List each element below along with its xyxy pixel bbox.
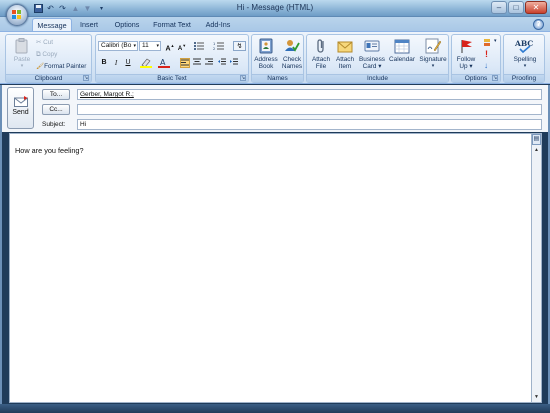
clipboard-group: Paste ▾ ✂ Cut ⧉ Copy 🖌Format Painter Cli… (5, 34, 92, 83)
spelling-button[interactable]: ABC Spelling ▾ (506, 38, 544, 76)
ribbon-tabs: Message Insert Options Format Text Add-I… (0, 17, 550, 32)
svg-text:A: A (160, 58, 166, 67)
basic-text-group: Calibri (Bo ▾ 11 ▾ A▲ A▼ 12 ↯ B I U A Ba… (95, 34, 249, 83)
italic-button[interactable]: I (111, 58, 121, 68)
options-launcher-icon[interactable]: ↘ (492, 75, 498, 81)
names-label: Names (252, 74, 303, 82)
cut-button[interactable]: ✂ Cut (36, 38, 53, 48)
title-bar: ↶ ↷ ▲ ▼ ▾ Hi - Message (HTML) – □ ✕ (0, 0, 550, 26)
tab-format-text[interactable]: Format Text (148, 18, 196, 32)
shrink-font-icon[interactable]: A▼ (177, 41, 187, 52)
svg-text:1: 1 (213, 42, 215, 46)
clipboard-label: Clipboard (6, 74, 91, 82)
include-group: Attach File Attach Item Business Card ▾ … (306, 34, 449, 83)
follow-up-button[interactable]: Follow Up ▾ (452, 38, 480, 76)
align-right-icon[interactable] (204, 58, 214, 68)
office-button[interactable] (6, 4, 28, 26)
svg-text:2: 2 (213, 47, 215, 51)
align-left-icon[interactable] (180, 58, 190, 68)
to-field[interactable]: Gerber, Margot R.; (77, 89, 542, 100)
chevron-down-icon: ▾ (133, 43, 136, 49)
message-body[interactable]: How are you feeling? (9, 133, 540, 403)
numbering-icon[interactable]: 12 (212, 41, 226, 51)
grow-font-icon[interactable]: A▲ (165, 41, 175, 52)
scroll-up-icon[interactable]: ▲ (532, 146, 541, 155)
signature-button[interactable]: Signature ▾ (417, 38, 449, 76)
brush-icon: 🖌 (36, 63, 45, 70)
send-envelope-icon (13, 96, 28, 107)
office-logo-icon (12, 10, 22, 20)
window-title: Hi - Message (HTML) (236, 3, 314, 12)
flag-icon (458, 38, 474, 54)
highlight-icon[interactable] (139, 58, 153, 68)
tab-add-ins[interactable]: Add-Ins (200, 18, 236, 32)
font-name-combo[interactable]: Calibri (Bo ▾ (98, 41, 138, 51)
attach-item-button[interactable]: Attach Item (331, 38, 359, 76)
paperclip-icon (313, 38, 329, 54)
minimize-button[interactable]: – (491, 1, 507, 14)
categorize-icon[interactable] (483, 38, 493, 48)
basic-text-label: Basic Text (96, 74, 248, 82)
proofing-label: Proofing (504, 74, 544, 82)
window-frame-bottom (0, 404, 550, 413)
spelling-icon: ABC (514, 38, 536, 54)
clear-formatting-icon[interactable]: ↯ (233, 41, 246, 51)
font-size-combo[interactable]: 11 ▾ (139, 41, 161, 51)
cc-button[interactable]: Cc... (42, 104, 70, 115)
increase-indent-icon[interactable] (229, 58, 239, 68)
font-color-icon[interactable]: A (158, 58, 170, 68)
envelope-icon (337, 38, 353, 54)
cc-field[interactable] (77, 104, 542, 115)
scroll-down-icon[interactable]: ▼ (532, 393, 541, 402)
chevron-down-icon[interactable]: ▾ (494, 38, 497, 44)
clipboard-launcher-icon[interactable]: ↘ (83, 75, 89, 81)
format-painter-button[interactable]: 🖌Format Painter (36, 62, 86, 72)
ribbon: Paste ▾ ✂ Cut ⧉ Copy 🖌Format Painter Cli… (0, 31, 550, 84)
body-text: How are you feeling? (15, 146, 84, 155)
decrease-indent-icon[interactable] (217, 58, 227, 68)
names-group: Address Book Check Names Names (251, 34, 304, 83)
tab-insert[interactable]: Insert (74, 18, 104, 32)
options-group: Follow Up ▾ ▾ ! ↓ Options ↘ (451, 34, 501, 83)
vertical-scrollbar[interactable]: ▤ ▲ ▼ (531, 133, 542, 403)
high-importance-icon[interactable]: ! (485, 49, 488, 59)
copy-button[interactable]: ⧉ Copy (36, 50, 57, 60)
include-label: Include (307, 74, 448, 82)
bold-button[interactable]: B (99, 58, 109, 68)
address-book-button[interactable]: Address Book (252, 38, 280, 76)
bullets-icon[interactable] (192, 41, 206, 51)
align-center-icon[interactable] (192, 58, 202, 68)
check-names-button[interactable]: Check Names (278, 38, 306, 76)
calendar-icon (394, 38, 410, 54)
send-button[interactable]: Send (7, 87, 34, 129)
help-icon[interactable]: ? (533, 19, 544, 30)
tab-options[interactable]: Options (108, 18, 146, 32)
address-book-icon (258, 38, 274, 54)
to-button[interactable]: To... (42, 89, 70, 100)
signature-icon (425, 38, 442, 54)
close-button[interactable]: ✕ (525, 1, 547, 14)
maximize-button[interactable]: □ (508, 1, 524, 14)
proofing-group: ABC Spelling ▾ Proofing (503, 34, 545, 83)
basic-text-launcher-icon[interactable]: ↘ (240, 75, 246, 81)
business-card-button[interactable]: Business Card ▾ (357, 38, 387, 76)
paste-button[interactable]: Paste ▾ (8, 38, 36, 76)
underline-button[interactable]: U (123, 58, 133, 68)
window-frame-left (0, 85, 2, 405)
calendar-button[interactable]: Calendar (387, 38, 417, 76)
check-names-icon (284, 38, 300, 54)
subject-label: Subject: (42, 121, 66, 128)
paste-icon (14, 38, 30, 54)
subject-field[interactable]: Hi (77, 119, 542, 130)
low-importance-icon[interactable]: ↓ (484, 61, 488, 71)
chevron-down-icon: ▾ (156, 43, 159, 49)
business-card-icon (364, 38, 380, 54)
ruler-toggle-icon[interactable]: ▤ (532, 134, 541, 145)
tab-message[interactable]: Message (32, 18, 72, 32)
